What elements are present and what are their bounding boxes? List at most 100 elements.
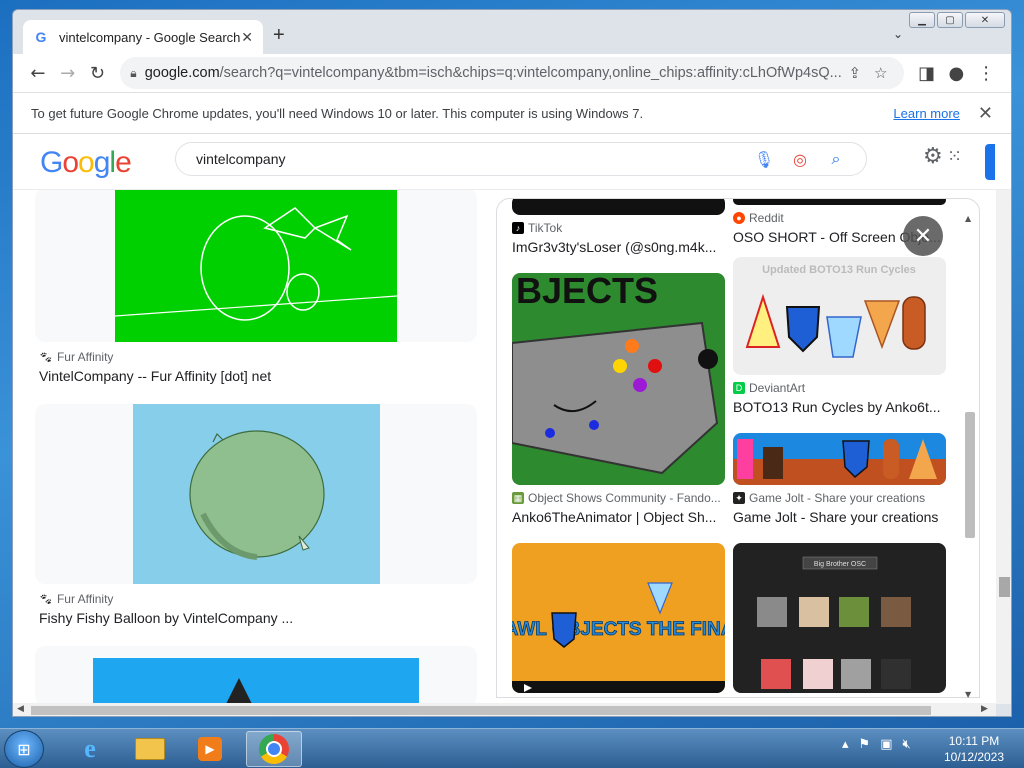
sidepanel-icon[interactable]: ◨ [912,57,942,89]
result-title[interactable]: Fishy Fishy Balloon by VintelCompany ... [39,610,477,626]
result-title[interactable]: VintelCompany -- Fur Affinity [dot] net [39,368,477,384]
image-result[interactable]: 🐾︎ Fur Affinity Fishy Fishy Balloon by Vi… [35,404,477,626]
address-bar[interactable]: 🔒︎ google.com/search?q=vintelcompany&tbm… [120,57,904,89]
svg-text:BJECTS: BJECTS [516,273,658,311]
sign-in-button[interactable] [985,144,995,180]
minimize-button[interactable]: ▁ [909,12,935,28]
microphone-icon[interactable]: 🎙︎ [746,150,782,169]
related-thumb-6[interactable]: BRAWL OBJECTS THE FINALE [512,543,725,693]
close-panel-button[interactable]: ✕ [903,216,943,256]
media-player-icon: ▶ [198,737,222,761]
page-scroll-thumb[interactable] [999,577,1010,597]
network-icon[interactable]: ▣ [880,737,892,752]
controller-character-image: BJECTS [512,273,725,485]
related-thumb-3[interactable]: Updated BOTO13 Run Cycles [733,257,946,375]
new-tab-button[interactable]: + [273,25,285,45]
related-thumb-1[interactable] [733,199,946,205]
profile-icon[interactable]: ● [942,57,972,89]
image-results-left: 🐾︎ Fur Affinity VintelCompany -- Fur Affi… [35,188,477,704]
close-tab-icon[interactable]: ✕ [241,29,253,46]
result-source: Object Shows Community - Fando... [528,491,721,505]
taskbar-chrome[interactable] [246,731,302,767]
learn-more-link[interactable]: Learn more [893,106,959,121]
result-source: DeviantArt [749,381,806,395]
clock[interactable]: 10:11 PM 10/12/2023 [932,733,1016,765]
google-logo[interactable]: Google [40,146,132,180]
thumb-background [93,658,419,704]
menu-dots-icon[interactable]: ⋮ [971,57,1001,89]
lens-camera-icon[interactable]: ◎ [782,150,818,169]
tab-title: vintelcompany - Google Search [59,29,241,45]
game-jolt-icon: ✦ [733,492,745,504]
related-image-result[interactable]: BJECTS ▦ Object Shows Community - Fando..… [512,273,725,525]
search-icon[interactable]: ⌕ [818,149,854,169]
related-images-panel: ♪ TikTok ImGr3v3ty'sLoser (@s0ng.m4k... ●… [496,198,980,698]
url-text[interactable]: google.com/search?q=vintelcompany&tbm=is… [145,65,842,81]
close-window-button[interactable]: ✕ [965,12,1005,28]
taskbar-internet-explorer[interactable]: e [62,731,118,767]
scroll-down-arrow-icon[interactable]: ▼ [965,690,971,699]
related-image-result[interactable]: ✦ Game Jolt - Share your creations Game J… [733,433,946,525]
share-icon[interactable]: ⇪ [842,64,868,82]
related-thumb-7[interactable]: Big Brother OSC [733,543,946,693]
result-thumbnail[interactable] [35,188,477,342]
back-arrow-icon[interactable]: ← [23,57,53,89]
system-tray: ▴ ⚑ ▣ 🔇︎ [842,737,911,752]
brawl-objects-logo: BRAWL OBJECTS THE FINALE [512,619,725,640]
page-horizontal-scrollbar[interactable]: ◀ ▶ [13,703,996,716]
related-thumb-0[interactable] [512,199,725,215]
result-title[interactable]: Anko6TheAnimator | Object Sh... [512,509,725,525]
result-source: Game Jolt - Share your creations [749,491,926,505]
related-thumb-5[interactable] [733,433,946,485]
chrome-window: G vintelcompany - Google Search ✕ + ⌄ ▁ … [12,9,1012,717]
close-infobar-icon[interactable]: ✕ [978,103,993,124]
scroll-up-arrow-icon[interactable]: ▲ [965,214,971,223]
apps-grid-icon[interactable]: ⁙ [947,146,962,167]
search-input[interactable]: vintelcompany 🎙︎ ◎ ⌕ [175,142,867,176]
run-cycles-image: Updated BOTO13 Run Cycles [745,264,926,358]
tab-google-search[interactable]: G vintelcompany - Google Search ✕ [23,20,263,54]
scroll-left-arrow-icon[interactable]: ◀ [17,704,24,714]
show-hidden-icons-icon[interactable]: ▴ [842,737,849,752]
start-button[interactable]: ⊞ [4,730,44,768]
big-brother-osc-image: Big Brother OSC [733,543,946,693]
horizontal-scroll-thumb[interactable] [31,706,931,715]
result-source: Fur Affinity [56,350,114,364]
related-image-result[interactable]: BRAWL OBJECTS THE FINALE [512,543,725,693]
lock-icon[interactable]: 🔒︎ [130,66,136,81]
search-query[interactable]: vintelcompany [196,151,746,167]
related-thumb-2[interactable]: BJECTS [512,273,725,485]
related-image-result[interactable]: Updated BOTO13 Run Cycles D DeviantArt BO… [733,257,946,415]
blue-sky-image [93,658,419,704]
forward-arrow-icon[interactable]: → [53,57,83,89]
game-jolt-image [733,433,946,485]
related-image-result[interactable]: Big Brother OSC [733,543,946,693]
infobar-message: To get future Google Chrome updates, you… [31,105,644,121]
tab-search-chevron-icon[interactable]: ⌄ [893,27,903,41]
result-title[interactable]: Game Jolt - Share your creations [733,509,946,525]
related-image-result[interactable]: ♪ TikTok ImGr3v3ty'sLoser (@s0ng.m4k... [512,199,725,255]
result-thumbnail[interactable] [35,646,477,704]
image-result[interactable]: 🐾︎ Fur Affinity VintelCompany -- Fur Affi… [35,188,477,384]
result-title[interactable]: BOTO13 Run Cycles by Anko6t... [733,399,946,415]
google-g-icon: G [35,29,47,45]
result-thumbnail[interactable] [35,404,477,584]
scroll-right-arrow-icon[interactable]: ▶ [981,704,988,714]
image-result[interactable] [35,646,477,704]
thumb-background [512,543,725,693]
taskbar-media-player[interactable]: ▶ [182,731,238,767]
gear-icon[interactable]: ⚙ [923,144,943,169]
tiktok-icon: ♪ [512,222,524,234]
browser-toolbar: ← → ↻ 🔒︎ google.com/search?q=vintelcompa… [13,54,1011,92]
result-title[interactable]: ImGr3v3ty'sLoser (@s0ng.m4k... [512,239,725,255]
taskbar-file-explorer[interactable] [122,731,178,767]
panel-scroll-thumb[interactable] [965,412,975,538]
volume-muted-icon[interactable]: 🔇︎ [902,737,910,752]
chrome-icon [259,734,289,764]
panel-scrollbar[interactable]: ▲ ▼ [963,214,977,700]
action-center-flag-icon[interactable]: ⚑ [859,737,871,752]
maximize-button[interactable]: ▢ [937,12,963,28]
reload-icon[interactable]: ↻ [83,57,113,89]
star-icon[interactable]: ☆ [868,64,894,82]
page-vertical-scrollbar[interactable] [996,134,1011,704]
